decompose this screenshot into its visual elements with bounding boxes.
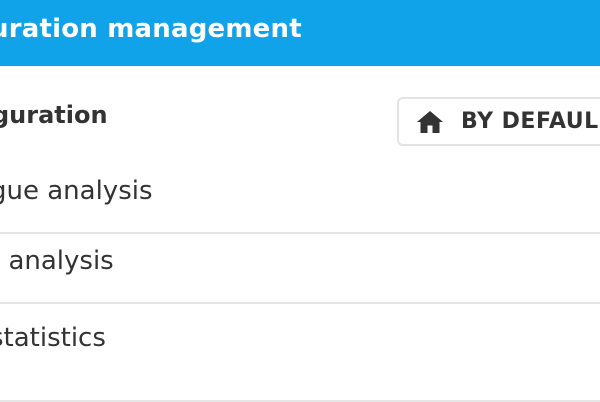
list-item-fatigue-analysis[interactable]: gue analysis bbox=[0, 164, 600, 234]
by-default-button[interactable]: BY DEFAUL bbox=[397, 97, 600, 146]
list-item-label: statistics bbox=[0, 323, 106, 353]
home-icon bbox=[417, 111, 443, 133]
list-item-statistics[interactable]: statistics bbox=[0, 304, 600, 402]
section-title: guration bbox=[0, 101, 108, 129]
configuration-section-header: guration BY DEFAUL bbox=[0, 66, 600, 164]
list-item-impact-analysis[interactable]: t analysis bbox=[0, 234, 600, 304]
configuration-list: gue analysis t analysis statistics bbox=[0, 164, 600, 402]
list-item-label: gue analysis bbox=[0, 176, 153, 206]
list-item-label: t analysis bbox=[0, 246, 114, 276]
by-default-button-label: BY DEFAUL bbox=[461, 109, 599, 134]
page-title: uration management bbox=[0, 14, 302, 44]
app-header: uration management bbox=[0, 0, 600, 66]
